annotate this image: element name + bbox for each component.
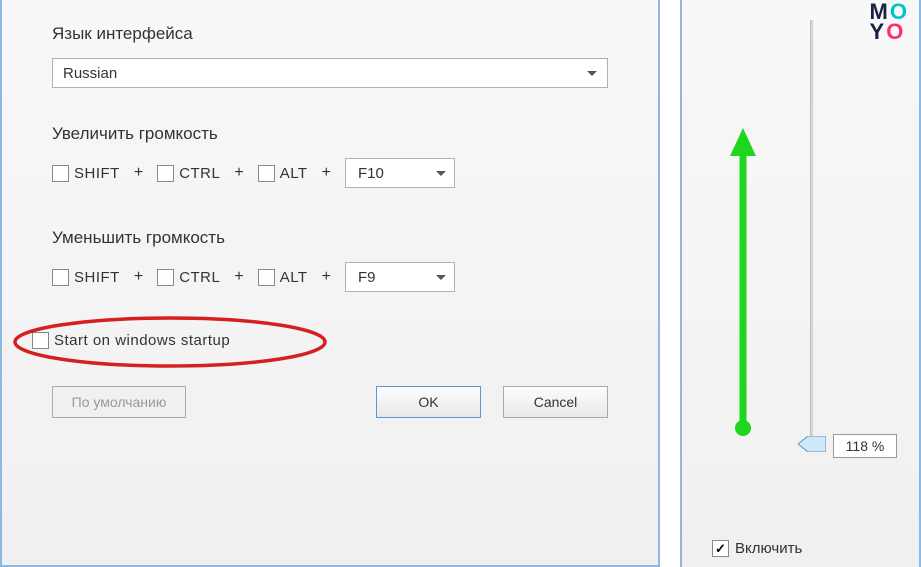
decrease-ctrl-checkbox[interactable] <box>157 269 174 286</box>
startup-checkbox[interactable] <box>32 332 49 349</box>
plus-icon: + <box>322 164 331 182</box>
settings-dialog: Язык интерфейса Russian Увеличить громко… <box>0 0 660 567</box>
plus-icon: + <box>234 268 243 286</box>
chevron-down-icon <box>436 275 446 280</box>
increase-hotkey-row: SHIFT + CTRL + ALT + F10 <box>52 158 608 188</box>
decrease-volume-label: Уменьшить громкость <box>52 228 608 248</box>
volume-slider-thumb[interactable] <box>798 436 826 452</box>
increase-alt-checkbox[interactable] <box>258 165 275 182</box>
alt-label: ALT <box>280 269 308 286</box>
alt-label: ALT <box>280 165 308 182</box>
default-button: По умолчанию <box>52 386 186 418</box>
increase-key-value: F10 <box>358 165 384 182</box>
language-label: Язык интерфейса <box>52 24 608 44</box>
startup-label: Start on windows startup <box>54 332 230 349</box>
plus-icon: + <box>134 268 143 286</box>
increase-shift-checkbox[interactable] <box>52 165 69 182</box>
shift-label: SHIFT <box>74 165 120 182</box>
annotation-arrow-icon <box>728 128 758 438</box>
increase-key-dropdown[interactable]: F10 <box>345 158 455 188</box>
enable-checkbox[interactable] <box>712 540 729 557</box>
plus-icon: + <box>234 164 243 182</box>
enable-row: Включить <box>712 540 802 557</box>
startup-row: Start on windows startup <box>32 332 608 352</box>
decrease-hotkey-row: SHIFT + CTRL + ALT + F9 <box>52 262 608 292</box>
language-dropdown[interactable]: Russian <box>52 58 608 88</box>
ok-button[interactable]: OK <box>376 386 481 418</box>
cancel-button[interactable]: Cancel <box>503 386 608 418</box>
increase-ctrl-checkbox[interactable] <box>157 165 174 182</box>
shift-label: SHIFT <box>74 269 120 286</box>
enable-label: Включить <box>735 540 802 557</box>
volume-panel: 118 % Включить <box>680 0 921 567</box>
volume-slider-track[interactable] <box>810 20 814 440</box>
decrease-alt-checkbox[interactable] <box>258 269 275 286</box>
ctrl-label: CTRL <box>179 269 220 286</box>
chevron-down-icon <box>587 71 597 76</box>
decrease-key-dropdown[interactable]: F9 <box>345 262 455 292</box>
plus-icon: + <box>322 268 331 286</box>
dialog-buttons: По умолчанию OK Cancel <box>52 386 608 418</box>
decrease-shift-checkbox[interactable] <box>52 269 69 286</box>
chevron-down-icon <box>436 171 446 176</box>
volume-percent: 118 % <box>833 434 897 458</box>
language-value: Russian <box>63 65 117 82</box>
plus-icon: + <box>134 164 143 182</box>
increase-volume-label: Увеличить громкость <box>52 124 608 144</box>
ctrl-label: CTRL <box>179 165 220 182</box>
decrease-key-value: F9 <box>358 269 376 286</box>
moyo-logo: MO YO <box>870 2 909 42</box>
